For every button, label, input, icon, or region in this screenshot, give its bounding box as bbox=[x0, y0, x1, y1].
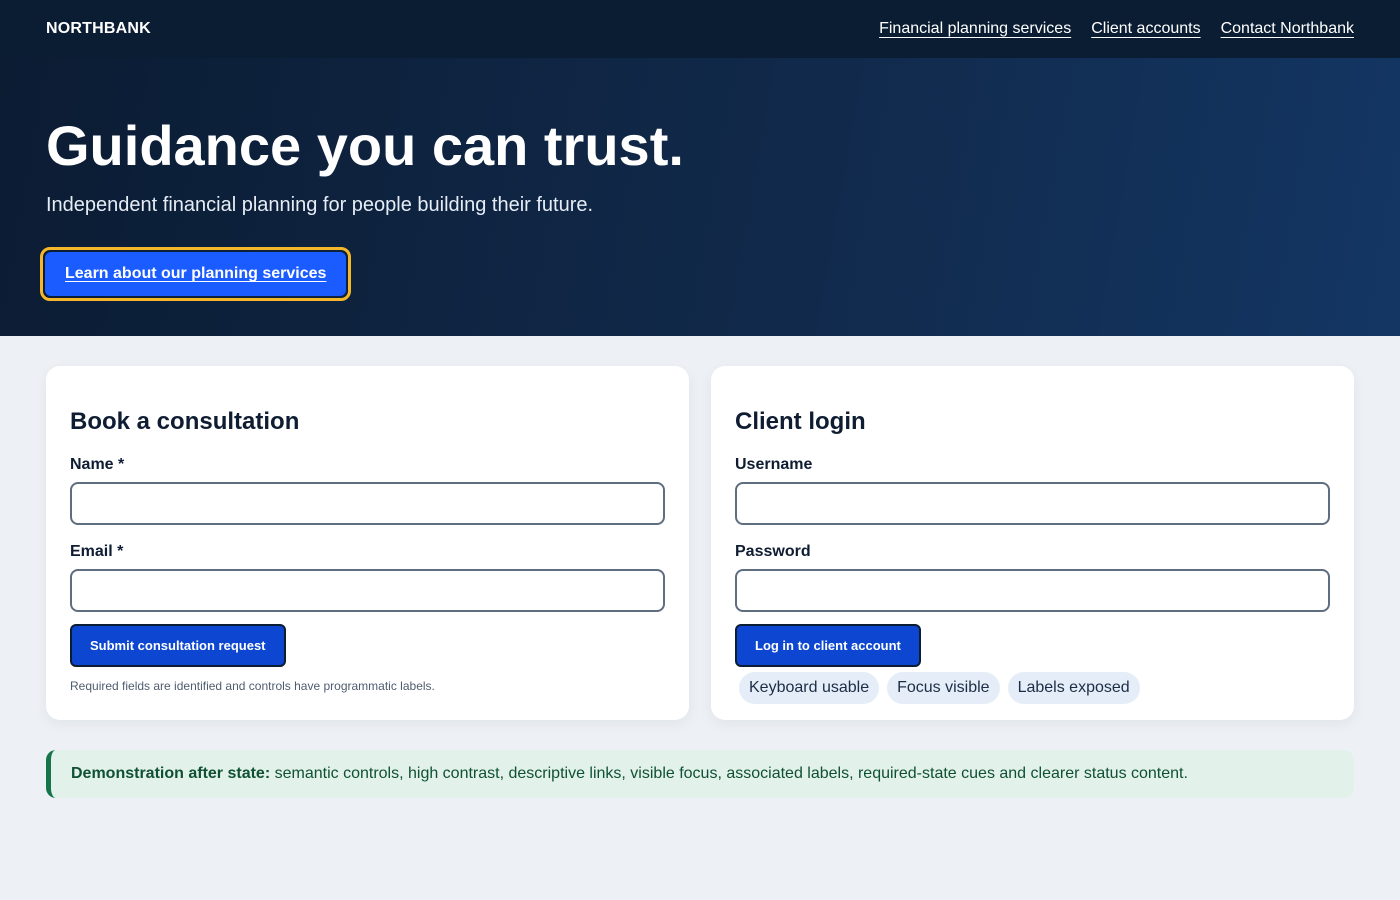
client-login-card: Client login Username Password Log in to… bbox=[711, 366, 1354, 720]
email-field[interactable] bbox=[70, 569, 665, 612]
hero-subtitle: Independent financial planning for peopl… bbox=[46, 194, 594, 216]
status-banner: Demonstration after state: semantic cont… bbox=[46, 750, 1354, 798]
accessibility-chips: Keyboard usable Focus visible Labels exp… bbox=[739, 672, 1330, 704]
nav-links: Financial planning services Client accou… bbox=[879, 20, 1354, 38]
consultation-card: Book a consultation Name * Email * Submi… bbox=[46, 366, 689, 720]
username-label: Username bbox=[735, 456, 813, 473]
password-field[interactable] bbox=[735, 569, 1330, 612]
chip-keyboard-usable: Keyboard usable bbox=[739, 672, 880, 704]
main-cards: Book a consultation Name * Email * Submi… bbox=[0, 336, 1400, 720]
chip-labels-exposed: Labels exposed bbox=[1007, 672, 1140, 704]
hero-title: Guidance you can trust. bbox=[46, 114, 684, 177]
nav-link-financial-planning[interactable]: Financial planning services bbox=[879, 20, 1071, 38]
email-label: Email * bbox=[70, 543, 124, 560]
username-field[interactable] bbox=[735, 482, 1330, 525]
name-field[interactable] bbox=[70, 482, 665, 525]
password-label: Password bbox=[735, 543, 811, 560]
brand-logo[interactable]: NORTHBANK bbox=[46, 20, 151, 38]
consultation-helper-text: Required fields are identified and contr… bbox=[70, 679, 435, 693]
chip-focus-visible: Focus visible bbox=[887, 672, 1000, 704]
status-text: semantic controls, high contrast, descri… bbox=[270, 765, 1188, 782]
nav-link-contact[interactable]: Contact Northbank bbox=[1221, 20, 1354, 38]
status-lead: Demonstration after state: bbox=[71, 765, 271, 782]
cta-focus-ring: Learn about our planning services bbox=[40, 247, 352, 301]
name-label: Name * bbox=[70, 456, 125, 473]
top-navigation: NORTHBANK Financial planning services Cl… bbox=[0, 0, 1400, 58]
hero-section: Guidance you can trust. Independent fina… bbox=[0, 58, 1400, 336]
submit-consultation-button[interactable]: Submit consultation request bbox=[70, 624, 286, 667]
nav-link-client-accounts[interactable]: Client accounts bbox=[1091, 20, 1200, 38]
login-button[interactable]: Log in to client account bbox=[735, 624, 921, 667]
consultation-title: Book a consultation bbox=[70, 408, 300, 435]
client-login-title: Client login bbox=[735, 408, 866, 435]
learn-planning-services-button[interactable]: Learn about our planning services bbox=[45, 252, 347, 296]
